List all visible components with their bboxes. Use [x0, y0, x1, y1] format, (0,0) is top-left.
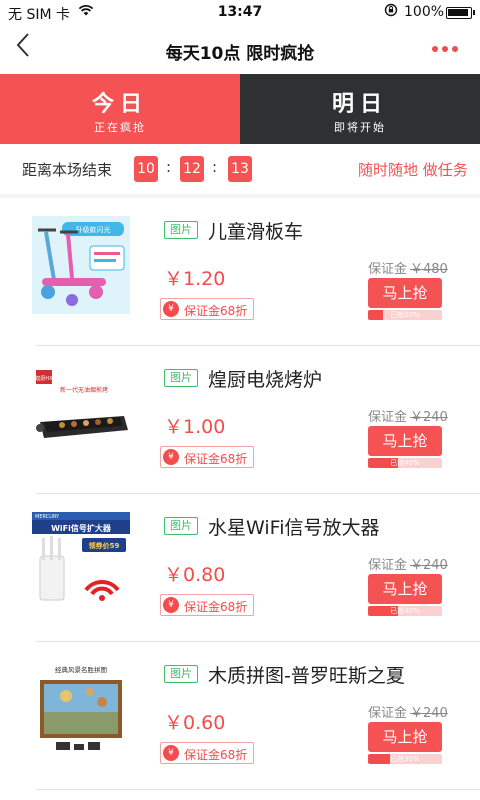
progress-text: 已抢30%	[390, 755, 420, 763]
product-item[interactable]: 升级款闪光 图片 儿童滑板车 ￥1.20 ¥ 保证金68折 保证金 ￥480 马…	[0, 198, 480, 346]
image-tag: 图片	[164, 665, 198, 683]
tab-today[interactable]: 今日 正在疯抢	[0, 74, 240, 144]
product-price: ￥1.20	[164, 268, 226, 290]
scooter-banner-text: 升级款闪光	[76, 225, 111, 234]
image-tag: 图片	[164, 221, 198, 239]
deposit-label: 保证金	[368, 262, 408, 277]
progress-text: 已抢40%	[390, 607, 420, 615]
deposit-label: 保证金	[368, 558, 408, 573]
coupon-text: 保证金68折	[184, 452, 248, 466]
page-title: 每天10点 限时疯抢	[165, 44, 315, 64]
grab-now-button[interactable]: 马上抢	[368, 722, 442, 752]
countdown-bar: 距离本场结束 10 : 12 : 13 随时随地 做任务	[0, 144, 480, 194]
countdown-seconds: 13	[228, 156, 252, 182]
sold-progress-bar: 已抢20%	[368, 310, 442, 320]
tab-today-sub: 正在疯抢	[94, 121, 146, 134]
grab-now-button[interactable]: 马上抢	[368, 278, 442, 308]
coupon-badge: ¥ 保证金68折	[160, 298, 254, 320]
countdown-colon: :	[166, 158, 172, 176]
session-tabs: 今日 正在疯抢 明日 即将开始	[0, 74, 480, 144]
repeater-brand-text: MERCURY	[35, 514, 60, 520]
yen-coin-icon: ¥	[163, 597, 179, 613]
more-ellipsis-icon[interactable]	[432, 46, 458, 54]
product-name[interactable]: 木质拼图-普罗旺斯之夏	[208, 661, 405, 688]
yen-coin-icon: ¥	[163, 449, 179, 465]
product-name[interactable]: 煌厨电烧烤炉	[208, 365, 322, 392]
tab-tomorrow-sub: 即将开始	[334, 121, 386, 134]
product-list: 升级款闪光 图片 儿童滑板车 ￥1.20 ¥ 保证金68折 保证金 ￥480 马…	[0, 198, 480, 800]
coupon-badge: ¥ 保证金68折	[160, 742, 254, 764]
tab-today-label: 今日	[91, 92, 148, 117]
grill-slogan-text: 新一代无油烟煎烤	[60, 386, 108, 394]
deposit-info: 保证金 ￥240	[368, 406, 448, 425]
puzzle-image: 经典风景名胜拼图	[32, 660, 130, 758]
product-item[interactable]: 经典风景名胜拼图 图片 木质拼图-普罗旺斯之夏 ￥0.60 ¥ 保证金68折 保…	[0, 642, 480, 790]
wifi-repeater-image: MERCURY WiFi信号扩大器 领券价59	[32, 512, 130, 610]
coupon-text: 保证金68折	[184, 600, 248, 614]
sold-progress-bar: 已抢40%	[368, 458, 442, 468]
do-task-link[interactable]: 随时随地 做任务	[358, 159, 468, 180]
progress-text: 已抢40%	[390, 459, 420, 467]
image-tag: 图片	[164, 369, 198, 387]
yen-coin-icon: ¥	[163, 745, 179, 761]
battery-tip	[473, 10, 475, 15]
coupon-badge: ¥ 保证金68折	[160, 446, 254, 468]
original-price: ￥480	[410, 262, 448, 277]
countdown-minutes: 12	[180, 156, 204, 182]
nav-bar: 每天10点 限时疯抢	[0, 26, 480, 74]
deposit-label: 保证金	[368, 706, 408, 721]
image-tag: 图片	[164, 517, 198, 535]
battery-icon	[446, 7, 472, 19]
countdown-colon: :	[212, 158, 218, 176]
battery-percent: 100%	[404, 4, 445, 20]
grill-brand-text: 煌厨HX	[35, 375, 53, 382]
countdown-hours: 10	[134, 156, 158, 182]
original-price: ￥240	[410, 558, 448, 573]
progress-text: 已抢20%	[390, 311, 420, 319]
orientation-lock-icon	[384, 3, 398, 21]
repeater-title-text: WiFi信号扩大器	[51, 523, 112, 533]
status-bar: 无 SIM 卡 13:47 100%	[0, 0, 480, 26]
coupon-text: 保证金68折	[184, 748, 248, 762]
deposit-label: 保证金	[368, 410, 408, 425]
original-price: ￥240	[410, 410, 448, 425]
scooter-image: 升级款闪光	[32, 216, 130, 314]
product-name[interactable]: 水星WiFi信号放大器	[208, 513, 379, 540]
yen-coin-icon: ¥	[163, 301, 179, 317]
product-price: ￥0.60	[164, 712, 226, 734]
product-price: ￥1.00	[164, 416, 226, 438]
grab-now-button[interactable]: 马上抢	[368, 426, 442, 456]
product-item[interactable]: 煌厨HX 新一代无油烟煎烤 图片 煌厨电烧烤炉 ￥1.00 ¥ 保证金68折 保…	[0, 346, 480, 494]
deposit-info: 保证金 ￥240	[368, 554, 448, 573]
deposit-info: 保证金 ￥480	[368, 258, 448, 277]
countdown-label: 距离本场结束	[22, 161, 113, 179]
sold-progress-bar: 已抢40%	[368, 606, 442, 616]
tab-tomorrow[interactable]: 明日 即将开始	[240, 74, 480, 144]
coupon-text: 保证金68折	[184, 304, 248, 318]
deposit-info: 保证金 ￥240	[368, 702, 448, 721]
repeater-price-text: 领券价59	[89, 541, 120, 550]
puzzle-title-text: 经典风景名胜拼图	[55, 665, 107, 674]
grab-now-button[interactable]: 马上抢	[368, 574, 442, 604]
original-price: ￥240	[410, 706, 448, 721]
product-item[interactable]: MERCURY WiFi信号扩大器 领券价59 图片 水星WiFi信号放大器 ￥…	[0, 494, 480, 642]
coupon-badge: ¥ 保证金68折	[160, 594, 254, 616]
product-price: ￥0.80	[164, 564, 226, 586]
product-name[interactable]: 儿童滑板车	[208, 217, 303, 244]
grill-image: 煌厨HX 新一代无油烟煎烤	[32, 364, 130, 462]
tab-tomorrow-label: 明日	[331, 92, 388, 117]
divider	[36, 789, 480, 790]
sold-progress-bar: 已抢30%	[368, 754, 442, 764]
